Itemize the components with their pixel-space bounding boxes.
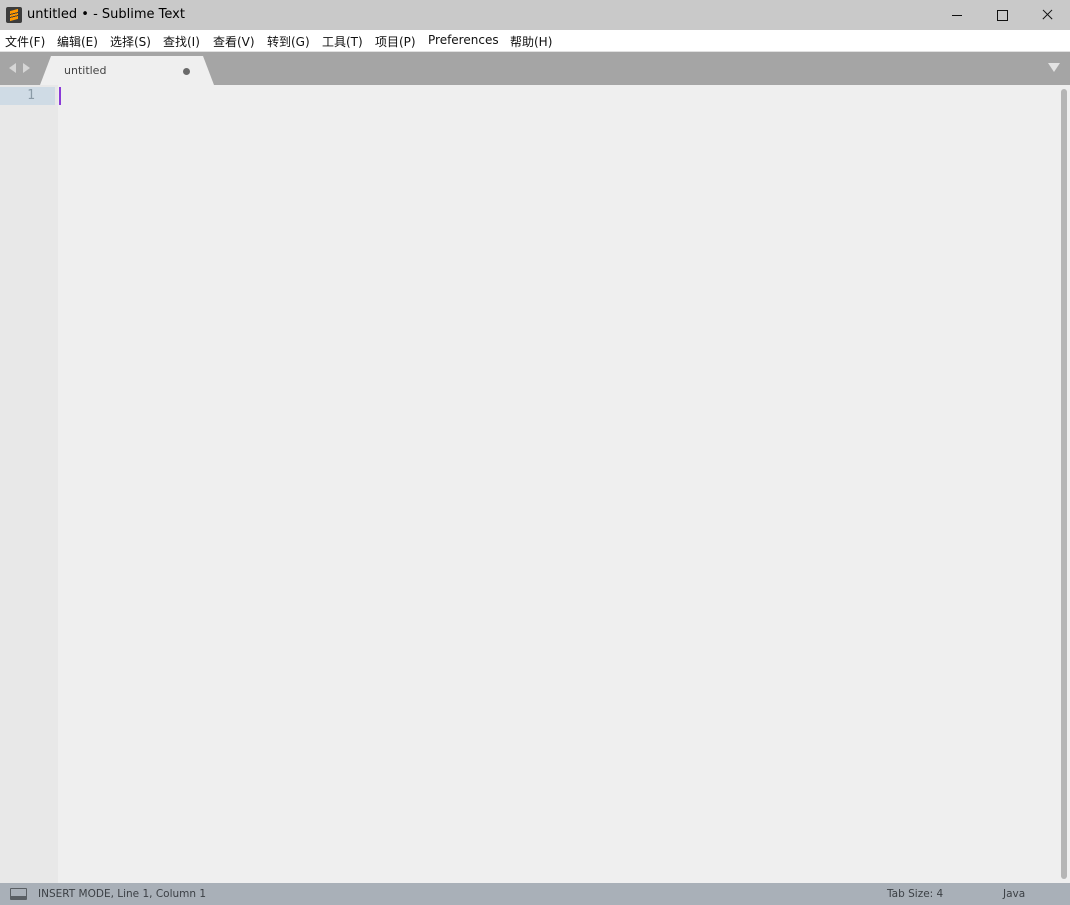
menu-view[interactable]: 查看(V)	[213, 33, 255, 50]
tab-label: untitled	[64, 64, 107, 77]
sublime-window: untitled • - Sublime Text 文件(F) 编辑(E) 选择…	[0, 0, 1070, 905]
text-editor[interactable]	[58, 85, 1058, 883]
menu-selection[interactable]: 选择(S)	[110, 33, 151, 50]
menu-preferences[interactable]: Preferences	[428, 33, 499, 47]
tab-nav-right-icon[interactable]	[23, 63, 30, 73]
status-bar: INSERT MODE, Line 1, Column 1 Tab Size: …	[0, 883, 1070, 905]
tab-size-indicator[interactable]: Tab Size: 4	[887, 888, 943, 900]
menu-find[interactable]: 查找(I)	[163, 33, 200, 50]
text-caret	[59, 87, 61, 105]
title-bar[interactable]: untitled • - Sublime Text	[0, 0, 1070, 30]
line-number: 1	[27, 88, 35, 103]
tab-nav-left-icon[interactable]	[9, 63, 16, 73]
sublime-text-icon[interactable]	[6, 7, 22, 23]
minimize-icon[interactable]	[934, 0, 980, 30]
syntax-indicator[interactable]: Java	[1003, 888, 1025, 900]
maximize-icon[interactable]	[979, 0, 1025, 30]
panel-icon[interactable]	[10, 888, 27, 900]
menu-edit[interactable]: 编辑(E)	[57, 33, 98, 50]
window-title: untitled • - Sublime Text	[27, 7, 185, 22]
menu-project[interactable]: 项目(P)	[375, 33, 416, 50]
current-line-highlight: 1	[0, 87, 55, 105]
menu-goto[interactable]: 转到(G)	[267, 33, 310, 50]
scrollbar-thumb[interactable]	[1061, 89, 1067, 879]
triangle-down-icon[interactable]	[1048, 63, 1060, 72]
vertical-scrollbar[interactable]	[1058, 85, 1070, 883]
status-mode: INSERT MODE, Line 1, Column 1	[38, 888, 207, 900]
tab-untitled[interactable]: untitled	[40, 56, 214, 85]
tab-bar: untitled	[0, 52, 1070, 85]
menu-tools[interactable]: 工具(T)	[322, 33, 363, 50]
menu-help[interactable]: 帮助(H)	[510, 33, 552, 50]
menu-file[interactable]: 文件(F)	[5, 33, 45, 50]
dot-icon[interactable]	[183, 68, 190, 75]
close-icon[interactable]	[1024, 0, 1070, 30]
line-number-gutter: 1	[0, 85, 58, 883]
menu-bar: 文件(F) 编辑(E) 选择(S) 查找(I) 查看(V) 转到(G) 工具(T…	[0, 30, 1070, 52]
